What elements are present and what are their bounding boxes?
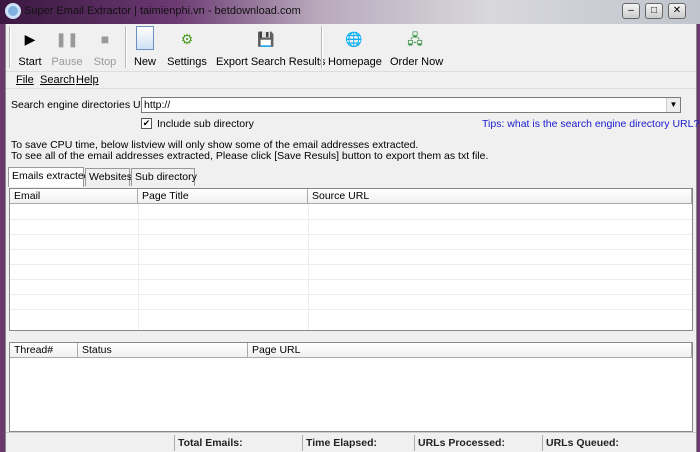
settings-button[interactable]: ⚙ Settings <box>167 26 207 70</box>
app-magnifier-icon <box>5 3 21 19</box>
tips-link[interactable]: Tips: what is the search engine director… <box>482 118 699 130</box>
stop-button[interactable]: ■ Stop <box>90 26 120 70</box>
emails-listview[interactable]: Email Page Title Source URL <box>9 188 693 331</box>
toolbar-separator <box>125 26 127 68</box>
time-elapsed-status: Time Elapsed: <box>302 435 414 451</box>
export-search-results-button[interactable]: 💾 Export Search Results <box>216 26 325 70</box>
urls-queued-status: URLs Queued: <box>542 435 692 451</box>
start-button[interactable]: ▶ Start <box>16 26 44 70</box>
url-label: Search engine directories URL: <box>11 99 157 111</box>
column-source-url[interactable]: Source URL <box>308 189 692 204</box>
column-divider <box>138 204 139 330</box>
menu-file[interactable]: File <box>16 74 34 86</box>
toolbar-separator <box>321 26 323 68</box>
tab-websites[interactable]: Websites <box>85 168 132 186</box>
network-globe-icon: 🖧 <box>407 31 423 47</box>
settings-gear-icon: ⚙ <box>180 31 194 47</box>
grid-line <box>10 264 692 265</box>
url-input[interactable]: http:// <box>144 99 170 111</box>
menu-bar: File Search Help <box>6 72 696 89</box>
tab-emails-extracted[interactable]: Emails extracted <box>8 167 90 187</box>
grid-line <box>10 249 692 250</box>
total-emails-status: Total Emails: <box>174 435 302 451</box>
play-icon: ▶ <box>24 31 36 47</box>
homepage-button[interactable]: 🌐 Homepage <box>328 26 382 70</box>
grid-line <box>10 234 692 235</box>
grid-line <box>10 294 692 295</box>
maximize-button[interactable]: □ <box>645 3 663 19</box>
include-sub-directory-checkbox[interactable]: ✔ <box>141 118 152 129</box>
pause-icon: ❚❚ <box>55 31 79 47</box>
main-window: ▶ Start ❚❚ Pause ■ Stop New ⚙ Settings 💾 Expo… <box>5 24 699 452</box>
grid-line <box>10 279 692 280</box>
window-title: Super Email Extractor | taimienphi.vn - … <box>24 5 301 17</box>
minimize-button[interactable]: – <box>622 3 640 19</box>
column-status[interactable]: Status <box>78 343 248 358</box>
urls-processed-status: URLs Processed: <box>414 435 542 451</box>
title-bar: Super Email Extractor | taimienphi.vn - … <box>0 0 700 24</box>
column-page-title[interactable]: Page Title <box>138 189 308 204</box>
grid-line <box>10 219 692 220</box>
menu-help[interactable]: Help <box>76 74 99 86</box>
column-page-url[interactable]: Page URL <box>248 343 692 358</box>
floppy-disk-icon: 💾 <box>257 31 275 47</box>
toolbar: ▶ Start ❚❚ Pause ■ Stop New ⚙ Settings 💾 Expo… <box>6 24 696 72</box>
status-bar: Total Emails: Time Elapsed: URLs Process… <box>6 432 696 452</box>
tab-sub-directory[interactable]: Sub directory <box>131 168 197 186</box>
dropdown-arrow-icon[interactable]: ▼ <box>666 98 680 112</box>
include-sub-directory-label: Include sub directory <box>157 118 254 130</box>
order-now-button[interactable]: 🖧 Order Now <box>390 26 443 70</box>
threads-listview[interactable]: Thread# Status Page URL <box>9 342 693 432</box>
url-combobox[interactable]: http:// ▼ <box>141 97 681 113</box>
grid-line <box>10 309 692 310</box>
info-line-2: To see all of the email addresses extrac… <box>11 150 489 162</box>
column-thread[interactable]: Thread# <box>10 343 78 358</box>
new-button[interactable]: New <box>131 26 159 70</box>
new-document-icon <box>131 26 159 52</box>
pause-button[interactable]: ❚❚ Pause <box>50 26 84 70</box>
toolbar-grip <box>9 26 11 68</box>
column-email[interactable]: Email <box>10 189 138 204</box>
stop-icon: ■ <box>100 31 110 47</box>
globe-icon: 🌐 <box>345 31 363 47</box>
menu-search[interactable]: Search <box>40 74 75 86</box>
column-divider <box>308 204 309 330</box>
close-button[interactable]: ✕ <box>668 3 686 19</box>
